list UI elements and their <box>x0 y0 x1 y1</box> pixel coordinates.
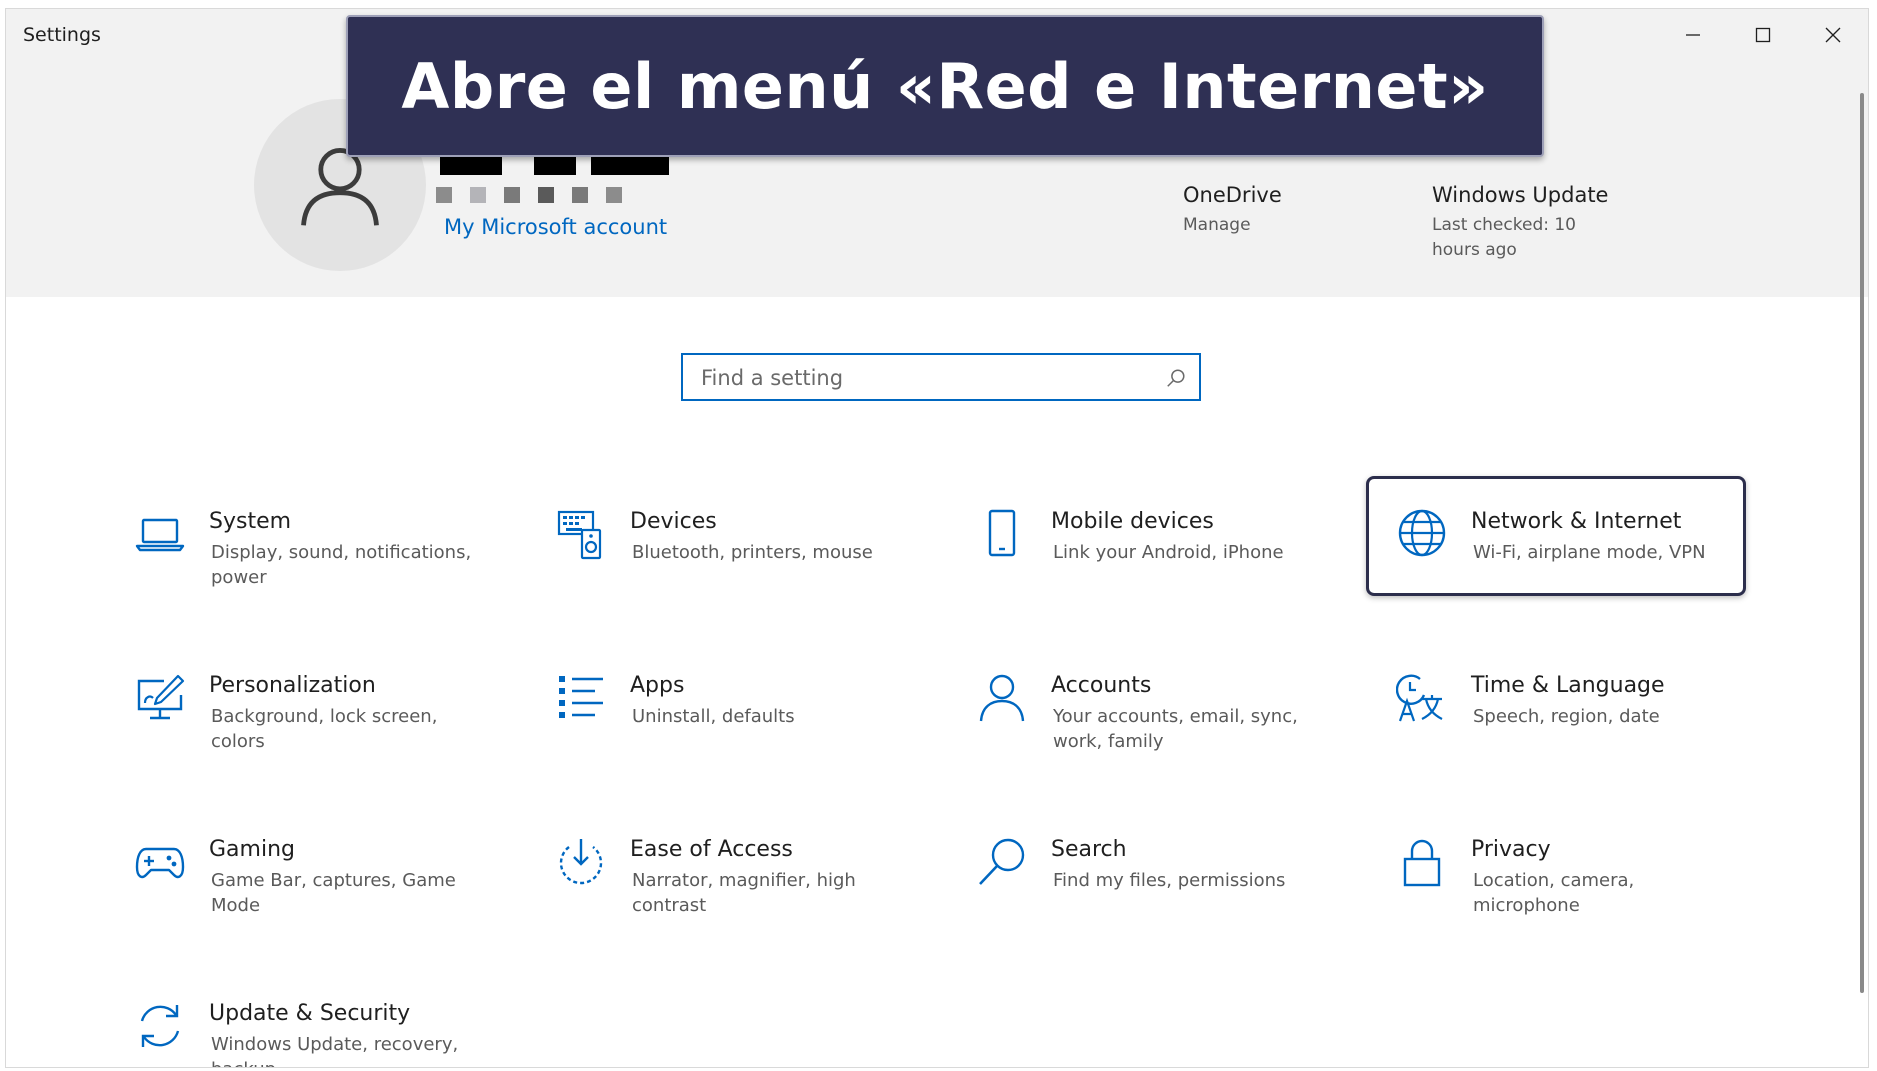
window-title: Settings <box>23 24 101 46</box>
banner-text: Abre el menú «Red e Internet» <box>401 49 1489 123</box>
redacted-name <box>534 155 576 175</box>
tile-title: System <box>209 509 292 534</box>
tile-subtitle: Display, sound, notifications, power <box>211 542 472 588</box>
onedrive-manage[interactable]: Manage <box>1183 213 1251 238</box>
tile-title: Privacy <box>1471 837 1551 862</box>
onedrive-title[interactable]: OneDrive <box>1183 183 1282 207</box>
tile-network-internet[interactable]: Network & Internet Wi-Fi, airplane mode,… <box>1396 509 1796 629</box>
tile-subtitle: Game Bar, captures, Game Mode <box>211 870 456 916</box>
tile-title: Search <box>1051 837 1127 862</box>
tile-ease-of-access[interactable]: Ease of Access Narrator, magnifier, high… <box>555 837 955 957</box>
microsoft-account-link[interactable]: My Microsoft account <box>444 215 667 239</box>
magnifier-icon <box>976 837 1028 889</box>
tile-gaming[interactable]: Gaming Game Bar, captures, Game Mode <box>134 837 534 957</box>
clock-language-icon <box>1395 673 1448 725</box>
tile-apps[interactable]: Apps Uninstall, defaults <box>555 673 955 793</box>
sync-icon <box>134 1001 186 1053</box>
gamepad-icon <box>134 837 186 889</box>
search-input[interactable] <box>699 355 1143 401</box>
tile-subtitle: Your accounts, email, sync, work, family <box>1053 706 1298 752</box>
tile-subtitle: Speech, region, date <box>1473 706 1660 727</box>
tile-update-security[interactable]: Update & Security Windows Update, recove… <box>134 1001 534 1067</box>
laptop-icon <box>134 509 186 561</box>
paint-monitor-icon <box>134 673 186 725</box>
tile-mobile-devices[interactable]: Mobile devices Link your Android, iPhone <box>976 509 1376 629</box>
tile-subtitle: Uninstall, defaults <box>632 706 795 727</box>
close-button[interactable] <box>1798 9 1868 61</box>
tile-system[interactable]: System Display, sound, notifications, po… <box>134 509 534 629</box>
tile-title: Apps <box>630 673 685 698</box>
tile-personalization[interactable]: Personalization Background, lock screen,… <box>134 673 534 793</box>
maximize-button[interactable] <box>1728 9 1798 61</box>
tile-title: Gaming <box>209 837 295 862</box>
keyboard-speaker-icon <box>555 509 607 561</box>
tile-title: Accounts <box>1051 673 1152 698</box>
lock-icon <box>1396 837 1448 889</box>
tile-title: Network & Internet <box>1471 509 1682 534</box>
list-icon <box>555 673 607 725</box>
scrollbar[interactable] <box>1860 93 1864 993</box>
tile-subtitle: Narrator, magnifier, high contrast <box>632 870 856 916</box>
minimize-icon <box>1686 34 1700 36</box>
tile-title: Time & Language <box>1471 673 1665 698</box>
tile-subtitle: Location, camera, microphone <box>1473 870 1635 916</box>
tile-time-language[interactable]: Time & Language Speech, region, date <box>1395 673 1796 793</box>
tile-subtitle: Find my files, permissions <box>1053 870 1286 891</box>
tile-privacy[interactable]: Privacy Location, camera, microphone <box>1396 837 1796 957</box>
minimize-button[interactable] <box>1658 9 1728 61</box>
person-icon <box>976 673 1028 725</box>
settings-window: Settings My Microsoft account OneDrive M… <box>5 8 1869 1068</box>
tile-title: Personalization <box>209 673 376 698</box>
tile-subtitle: Bluetooth, printers, mouse <box>632 542 873 563</box>
close-icon <box>1825 27 1841 43</box>
tile-subtitle: Link your Android, iPhone <box>1053 542 1284 563</box>
tile-subtitle: Wi-Fi, airplane mode, VPN <box>1473 542 1706 563</box>
search-box[interactable] <box>681 353 1201 401</box>
tile-devices[interactable]: Devices Bluetooth, printers, mouse <box>555 509 955 629</box>
maximize-icon <box>1755 27 1771 43</box>
instruction-banner: Abre el menú «Red e Internet» <box>346 15 1544 157</box>
windows-update-title[interactable]: Windows Update <box>1432 183 1608 207</box>
phone-icon <box>976 509 1028 561</box>
tile-subtitle: Background, lock screen, colors <box>211 706 438 752</box>
globe-icon <box>1396 509 1448 561</box>
redacted-email <box>436 187 640 203</box>
tile-search[interactable]: Search Find my files, permissions <box>976 837 1376 957</box>
tile-accounts[interactable]: Accounts Your accounts, email, sync, wor… <box>976 673 1376 793</box>
tile-title: Devices <box>630 509 717 534</box>
windows-update-status: Last checked: 10 hours ago <box>1432 215 1576 260</box>
tile-title: Ease of Access <box>630 837 793 862</box>
tile-title: Mobile devices <box>1051 509 1214 534</box>
tile-subtitle: Windows Update, recovery, backup <box>211 1034 459 1067</box>
ease-of-access-icon <box>555 837 607 889</box>
tile-title: Update & Security <box>209 1001 411 1026</box>
search-icon[interactable] <box>1165 367 1187 389</box>
